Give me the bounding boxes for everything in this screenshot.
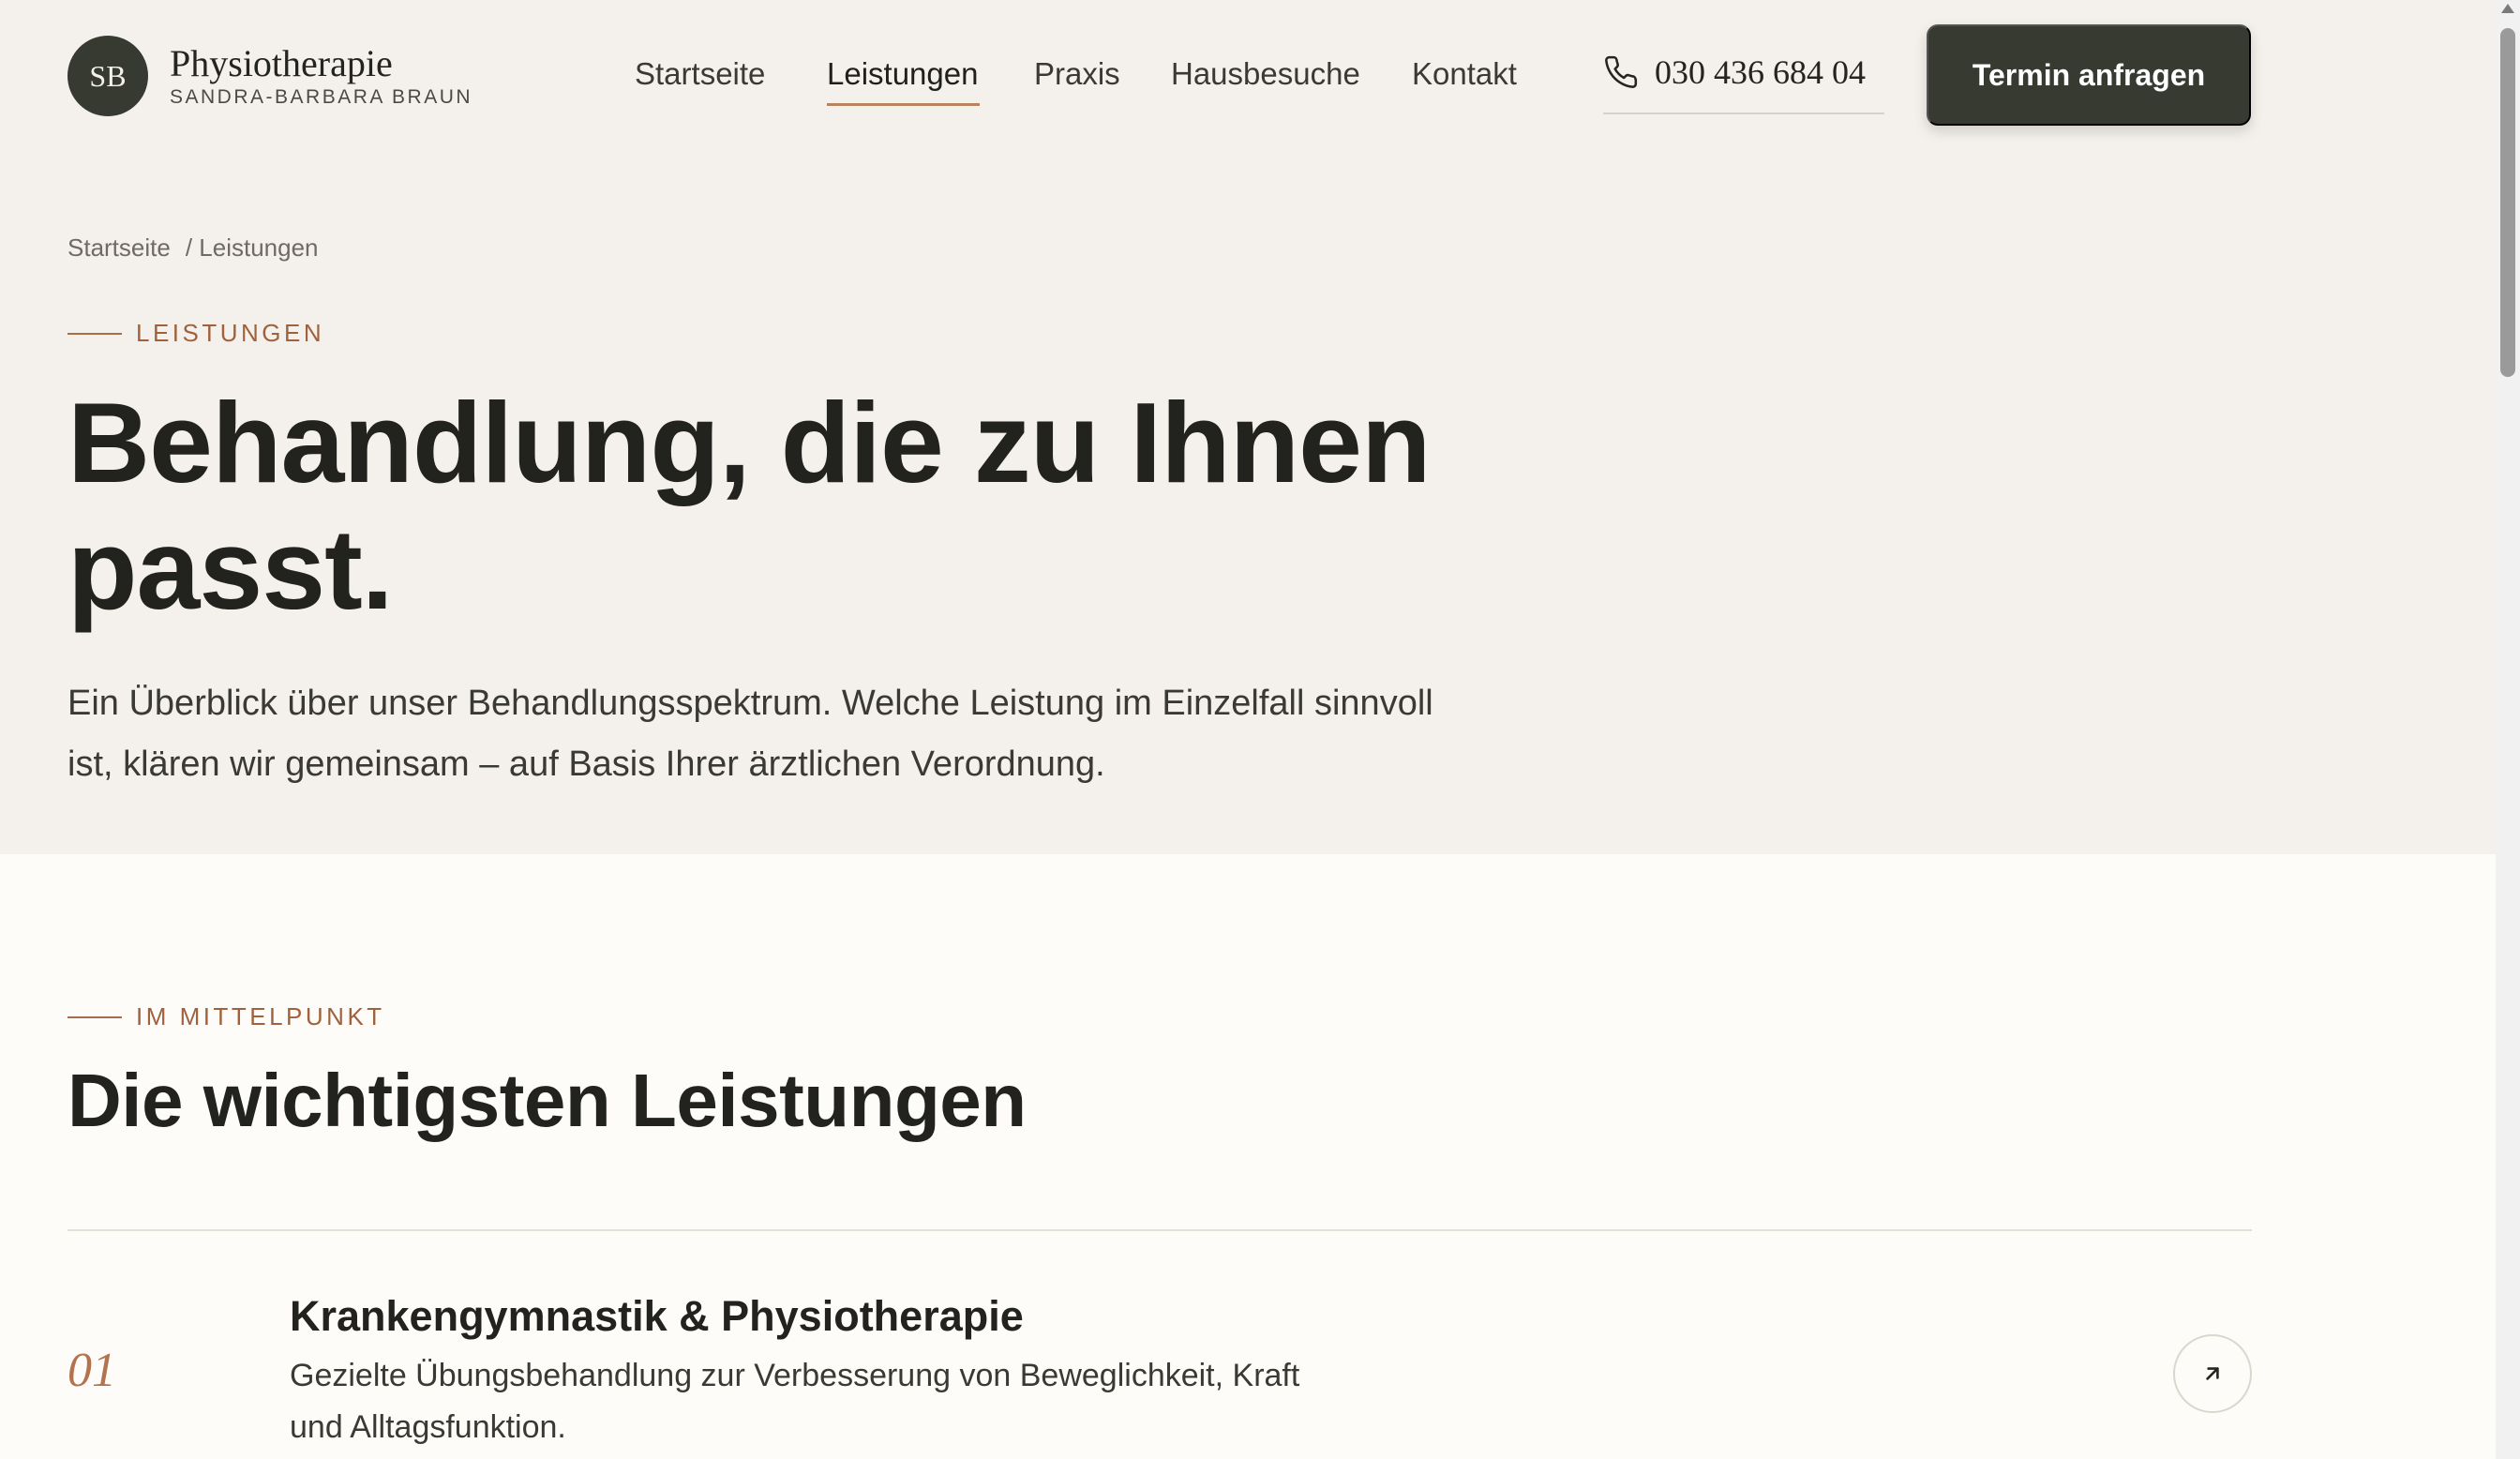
service-description: Gezielte Übungsbehandlung zur Verbesseru… xyxy=(290,1358,1300,1445)
divider xyxy=(68,1229,2252,1231)
nav-item-hausbesuche[interactable]: Hausbesuche xyxy=(1171,56,1360,92)
breadcrumb: Startseite / Leistungen xyxy=(68,233,319,263)
breadcrumb-current: / Leistungen xyxy=(185,233,319,262)
brand-subtitle: SANDRA-BARBARA BRAUN xyxy=(170,86,473,108)
site-header: SB Physiotherapie SANDRA-BARBARA BRAUN S… xyxy=(0,0,2496,155)
eyebrow-line xyxy=(68,332,122,335)
page-scrollbar[interactable] xyxy=(2496,0,2520,1459)
page-title-line-1: Behandlung, die zu Ihnen xyxy=(68,379,1432,506)
logo-initials: SB xyxy=(89,58,127,93)
featured-eyebrow-text: IM MITTELPUNKT xyxy=(136,1002,385,1030)
breadcrumb-home[interactable]: Startseite xyxy=(68,233,171,262)
hero-eyebrow: LEISTUNGEN xyxy=(68,319,324,348)
termin-anfragen-button[interactable]: Termin anfragen xyxy=(1927,24,2251,126)
scroll-up-arrow-icon[interactable] xyxy=(2501,4,2514,13)
hero-intro-text: Ein Überblick über unser Behandlungsspek… xyxy=(68,684,1433,784)
nav-active-indicator xyxy=(827,103,980,106)
hero-eyebrow-text: LEISTUNGEN xyxy=(136,319,325,347)
phone-icon xyxy=(1605,55,1638,88)
service-title[interactable]: Krankengymnastik & Physiotherapie xyxy=(290,1292,1024,1341)
page-title: Behandlung, die zu Ihnen passt. xyxy=(68,380,1568,633)
eyebrow-line xyxy=(68,1015,122,1018)
nav-item-kontakt[interactable]: Kontakt xyxy=(1412,56,1517,92)
page-title-line-2: passt. xyxy=(68,505,394,633)
featured-eyebrow: IM MITTELPUNKT xyxy=(68,1002,385,1031)
nav-item-startseite[interactable]: Startseite xyxy=(635,56,765,92)
arrow-up-right-icon xyxy=(2206,1367,2219,1380)
nav-item-leistungen[interactable]: Leistungen xyxy=(827,56,978,92)
service-link-button[interactable] xyxy=(2173,1334,2252,1413)
brand-name[interactable]: Physiotherapie xyxy=(170,41,393,85)
scroll-thumb[interactable] xyxy=(2500,28,2515,377)
nav-item-praxis[interactable]: Praxis xyxy=(1034,56,1120,92)
logo-mark[interactable]: SB xyxy=(68,36,148,116)
phone-link[interactable]: 030 436 684 04 xyxy=(1603,51,1884,114)
service-number: 01 xyxy=(68,1344,116,1397)
section-title: Die wichtigsten Leistungen xyxy=(68,1059,1027,1142)
phone-number: 030 436 684 04 xyxy=(1655,53,1866,91)
